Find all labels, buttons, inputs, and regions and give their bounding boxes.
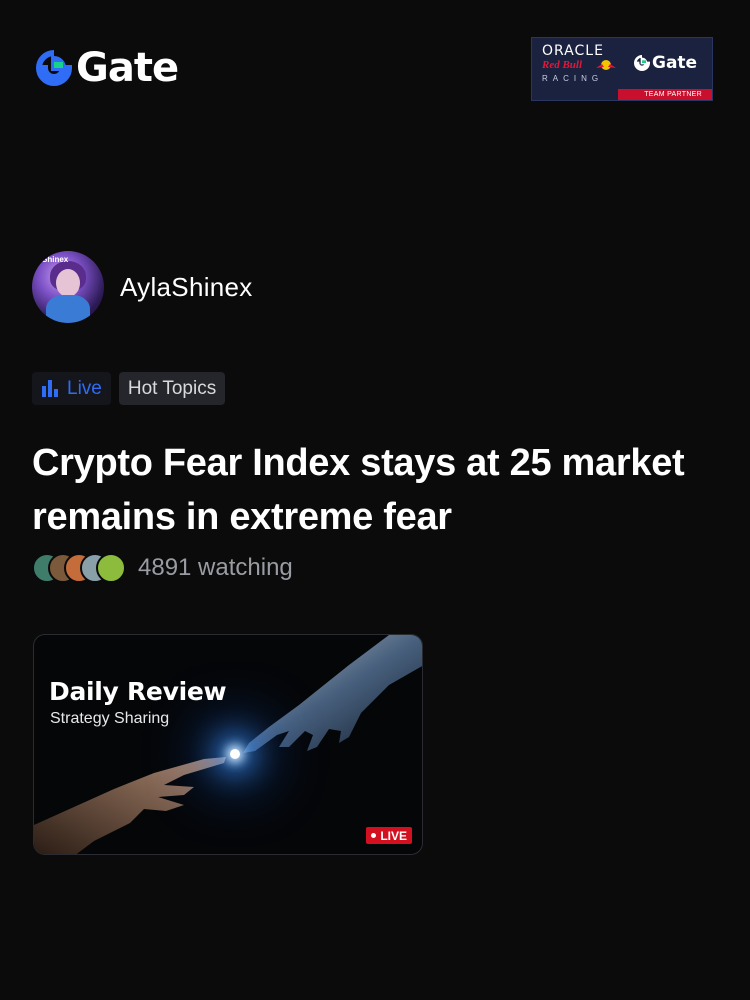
- partner-gate-text: Gate: [652, 53, 698, 73]
- tag-row: Live Hot Topics: [32, 372, 226, 405]
- author-name[interactable]: AylaShinex: [120, 272, 253, 303]
- partner-badge: TEAM PARTNER: [644, 91, 702, 98]
- watching-count: 4891 watching: [138, 554, 293, 581]
- watchers-row: 4891 watching: [32, 553, 293, 583]
- live-dot-icon: [371, 833, 377, 838]
- human-hand-icon: [34, 757, 226, 854]
- hot-topics-label: Hot Topics: [127, 377, 217, 399]
- gate-logo-icon: [36, 50, 72, 86]
- live-stream-card[interactable]: Daily Review Strategy Sharing LIVE: [33, 634, 423, 855]
- partner-banner[interactable]: ORACLE Red Bull RACING Gate TEAM PARTNER: [531, 37, 713, 101]
- partner-oracle-text: ORACLE: [542, 43, 604, 59]
- avatar-face: [56, 269, 80, 297]
- bull-icon: [596, 60, 616, 70]
- card-title: Daily Review: [49, 677, 227, 706]
- post-headline[interactable]: Crypto Fear Index stays at 25 market rem…: [32, 436, 722, 544]
- avatar-body: [46, 295, 90, 323]
- live-tag[interactable]: Live: [32, 372, 111, 405]
- avatar[interactable]: Shinex: [32, 251, 104, 323]
- partner-racing-text: RACING: [542, 74, 604, 83]
- robot-hand-icon: [243, 635, 422, 753]
- author-row[interactable]: Shinex AylaShinex: [32, 251, 253, 323]
- avatar-tag: Shinex: [42, 255, 69, 264]
- live-tag-label: Live: [67, 377, 102, 399]
- gate-small-icon: [634, 55, 650, 71]
- watcher-avatar: [96, 553, 126, 583]
- gate-logo[interactable]: Gate: [36, 45, 179, 91]
- live-badge: LIVE: [366, 827, 412, 844]
- brand-name: Gate: [76, 45, 179, 91]
- live-bars-icon: [42, 380, 58, 397]
- spark-glow: [230, 749, 240, 759]
- live-badge-label: LIVE: [380, 828, 407, 843]
- partner-gate-logo: Gate: [634, 53, 697, 73]
- hot-topics-tag[interactable]: Hot Topics: [118, 372, 226, 405]
- card-subtitle: Strategy Sharing: [50, 710, 170, 727]
- watcher-avatars: [32, 553, 126, 583]
- partner-redbull-text: Red Bull: [542, 59, 583, 71]
